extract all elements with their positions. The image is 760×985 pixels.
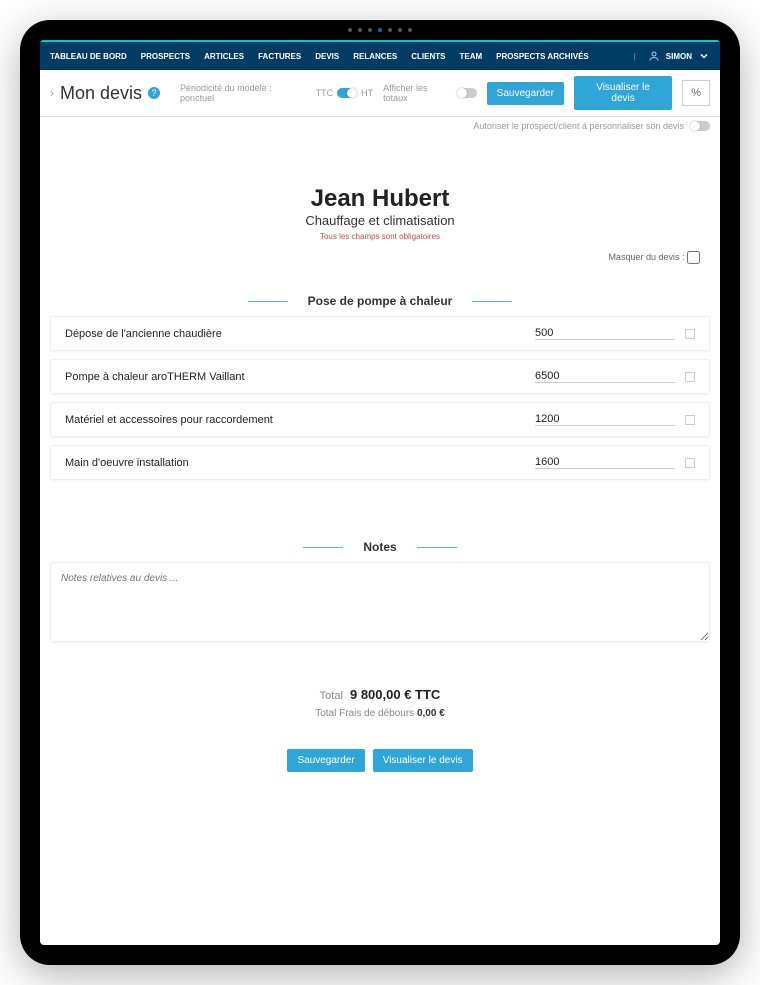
- fees-label: Total Frais de débours: [315, 708, 414, 719]
- item-price-input[interactable]: [535, 456, 675, 469]
- allow-customize-label: Autoriser le prospect/client à personnal…: [473, 121, 684, 131]
- toolbar: › Mon devis ? Périodicité du modèle : po…: [40, 70, 720, 117]
- item-checkbox[interactable]: [685, 415, 695, 425]
- hide-from-quote-option: Masquer du devis :: [50, 251, 710, 264]
- percent-button[interactable]: %: [682, 80, 710, 106]
- ttc-label: TTC: [316, 88, 334, 98]
- nav-item-prospects[interactable]: PROSPECTS: [141, 52, 190, 61]
- content-area: Jean Hubert Chauffage et climatisation T…: [40, 135, 720, 945]
- required-fields-note: Tous les champs sont obligatoires: [50, 232, 710, 241]
- hide-from-quote-checkbox[interactable]: [687, 251, 700, 264]
- view-quote-button[interactable]: Visualiser le devis: [574, 76, 672, 110]
- user-name: SIMON: [666, 52, 692, 61]
- nav-menu: TABLEAU DE BORD PROSPECTS ARTICLES FACTU…: [50, 52, 634, 61]
- chevron-right-icon: ›: [50, 86, 54, 100]
- line-item: [50, 316, 710, 351]
- line-item: [50, 359, 710, 394]
- page-title: Mon devis: [60, 83, 142, 104]
- client-header: Jean Hubert Chauffage et climatisation T…: [50, 185, 710, 241]
- ttc-ht-toggle[interactable]: [337, 88, 357, 98]
- item-checkbox[interactable]: [685, 372, 695, 382]
- line-items-list: [50, 316, 710, 480]
- periodicity-label: Périodicité du modèle : ponctuel: [180, 83, 306, 103]
- save-button[interactable]: Sauvegarder: [487, 82, 564, 105]
- item-price-input[interactable]: [535, 413, 675, 426]
- ht-label: HT: [361, 88, 373, 98]
- totals-block: Total 9 800,00 € TTC Total Frais de débo…: [50, 687, 710, 719]
- item-checkbox[interactable]: [685, 329, 695, 339]
- top-nav: TABLEAU DE BORD PROSPECTS ARTICLES FACTU…: [40, 40, 720, 70]
- item-description-input[interactable]: [65, 371, 535, 383]
- fees-value: 0,00 €: [417, 708, 445, 719]
- client-activity: Chauffage et climatisation: [50, 213, 710, 228]
- item-price-input[interactable]: [535, 327, 675, 340]
- line-item: [50, 445, 710, 480]
- client-name: Jean Hubert: [50, 185, 710, 213]
- screen: TABLEAU DE BORD PROSPECTS ARTICLES FACTU…: [40, 40, 720, 945]
- item-price-input[interactable]: [535, 370, 675, 383]
- nav-item-team[interactable]: TEAM: [459, 52, 482, 61]
- chevron-down-icon: [698, 50, 710, 62]
- total-value: 9 800,00 € TTC: [350, 687, 440, 702]
- notes-textarea[interactable]: [50, 562, 710, 642]
- total-label: Total: [320, 690, 343, 702]
- notes-header: Notes: [50, 540, 710, 554]
- show-totals-label: Afficher les totaux: [383, 83, 453, 103]
- item-checkbox[interactable]: [685, 458, 695, 468]
- show-totals-toggle[interactable]: [457, 88, 477, 98]
- footer-actions: Sauvegarder Visualiser le devis: [50, 749, 710, 772]
- footer-save-button[interactable]: Sauvegarder: [287, 749, 364, 772]
- allow-customize-toggle[interactable]: [690, 121, 710, 131]
- nav-item-prospects-archives[interactable]: PROSPECTS ARCHIVÉS: [496, 52, 589, 61]
- line-item: [50, 402, 710, 437]
- nav-item-relances[interactable]: RELANCES: [353, 52, 397, 61]
- sub-toolbar: Autoriser le prospect/client à personnal…: [40, 117, 720, 135]
- nav-item-devis[interactable]: DEVIS: [315, 52, 339, 61]
- notes-title: Notes: [363, 540, 396, 554]
- section-header: Pose de pompe à chaleur: [50, 294, 710, 308]
- user-icon: [648, 50, 660, 62]
- nav-item-articles[interactable]: ARTICLES: [204, 52, 244, 61]
- hide-from-quote-label: Masquer du devis :: [608, 252, 684, 262]
- nav-item-factures[interactable]: FACTURES: [258, 52, 301, 61]
- tablet-frame: TABLEAU DE BORD PROSPECTS ARTICLES FACTU…: [20, 20, 740, 965]
- item-description-input[interactable]: [65, 414, 535, 426]
- user-menu[interactable]: | SIMON: [634, 50, 710, 62]
- item-description-input[interactable]: [65, 328, 535, 340]
- nav-item-dashboard[interactable]: TABLEAU DE BORD: [50, 52, 127, 61]
- nav-item-clients[interactable]: CLIENTS: [411, 52, 445, 61]
- footer-view-button[interactable]: Visualiser le devis: [373, 749, 473, 772]
- help-icon[interactable]: ?: [148, 87, 160, 99]
- section-title: Pose de pompe à chaleur: [308, 294, 453, 308]
- tablet-sensor-dots: [348, 28, 412, 32]
- item-description-input[interactable]: [65, 457, 535, 469]
